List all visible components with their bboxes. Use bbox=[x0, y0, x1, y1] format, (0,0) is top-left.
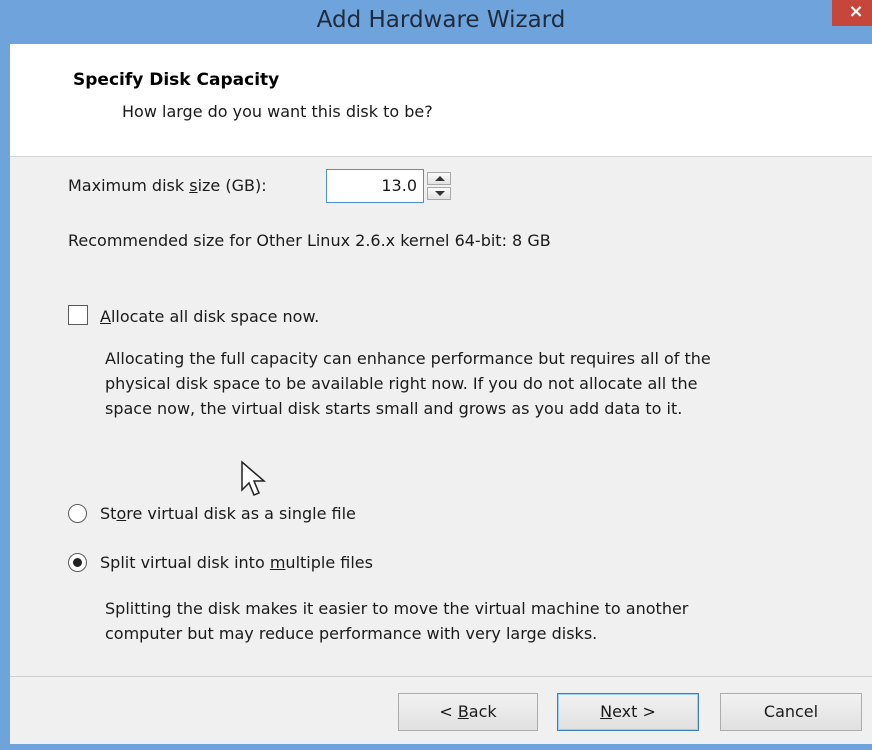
cancel-button[interactable]: Cancel bbox=[720, 693, 862, 731]
allocate-all-checkbox[interactable] bbox=[68, 305, 88, 325]
arrow-up-icon bbox=[435, 176, 445, 181]
back-button[interactable]: < Back bbox=[398, 693, 538, 731]
multiple-files-label[interactable]: Split virtual disk into multiple files bbox=[100, 553, 373, 572]
disk-size-spinner[interactable] bbox=[427, 172, 453, 200]
allocate-description: Allocating the full capacity can enhance… bbox=[105, 349, 711, 418]
arrow-down-icon bbox=[435, 191, 445, 196]
page-subtitle: How large do you want this disk to be? bbox=[122, 102, 433, 121]
page-title: Specify Disk Capacity bbox=[73, 70, 280, 90]
single-file-label[interactable]: Store virtual disk as a single file bbox=[100, 504, 356, 523]
radio-selected-dot bbox=[73, 558, 82, 567]
spin-up-button[interactable] bbox=[427, 172, 451, 185]
spin-down-button[interactable] bbox=[427, 187, 451, 200]
title-bar[interactable]: Add Hardware Wizard × bbox=[10, 0, 872, 44]
multiple-files-radio[interactable] bbox=[68, 553, 87, 572]
window-frame-bottom bbox=[0, 744, 872, 750]
window-frame-left bbox=[0, 0, 10, 750]
split-description: Splitting the disk makes it easier to mo… bbox=[105, 599, 689, 643]
next-button[interactable]: Next > bbox=[557, 693, 699, 731]
recommended-size-text: Recommended size for Other Linux 2.6.x k… bbox=[68, 231, 551, 250]
disk-size-input[interactable]: 13.0 bbox=[326, 169, 424, 203]
allocate-all-label[interactable]: Allocate all disk space now. bbox=[100, 307, 319, 326]
close-icon: × bbox=[848, 1, 864, 22]
mouse-pointer-icon bbox=[241, 460, 267, 496]
window-title: Add Hardware Wizard bbox=[316, 7, 566, 33]
single-file-radio[interactable] bbox=[68, 504, 87, 523]
wizard-header: Specify Disk Capacity How large do you w… bbox=[10, 44, 872, 157]
close-button[interactable]: × bbox=[832, 0, 872, 26]
disk-size-label: Maximum disk size (GB): bbox=[68, 176, 267, 195]
